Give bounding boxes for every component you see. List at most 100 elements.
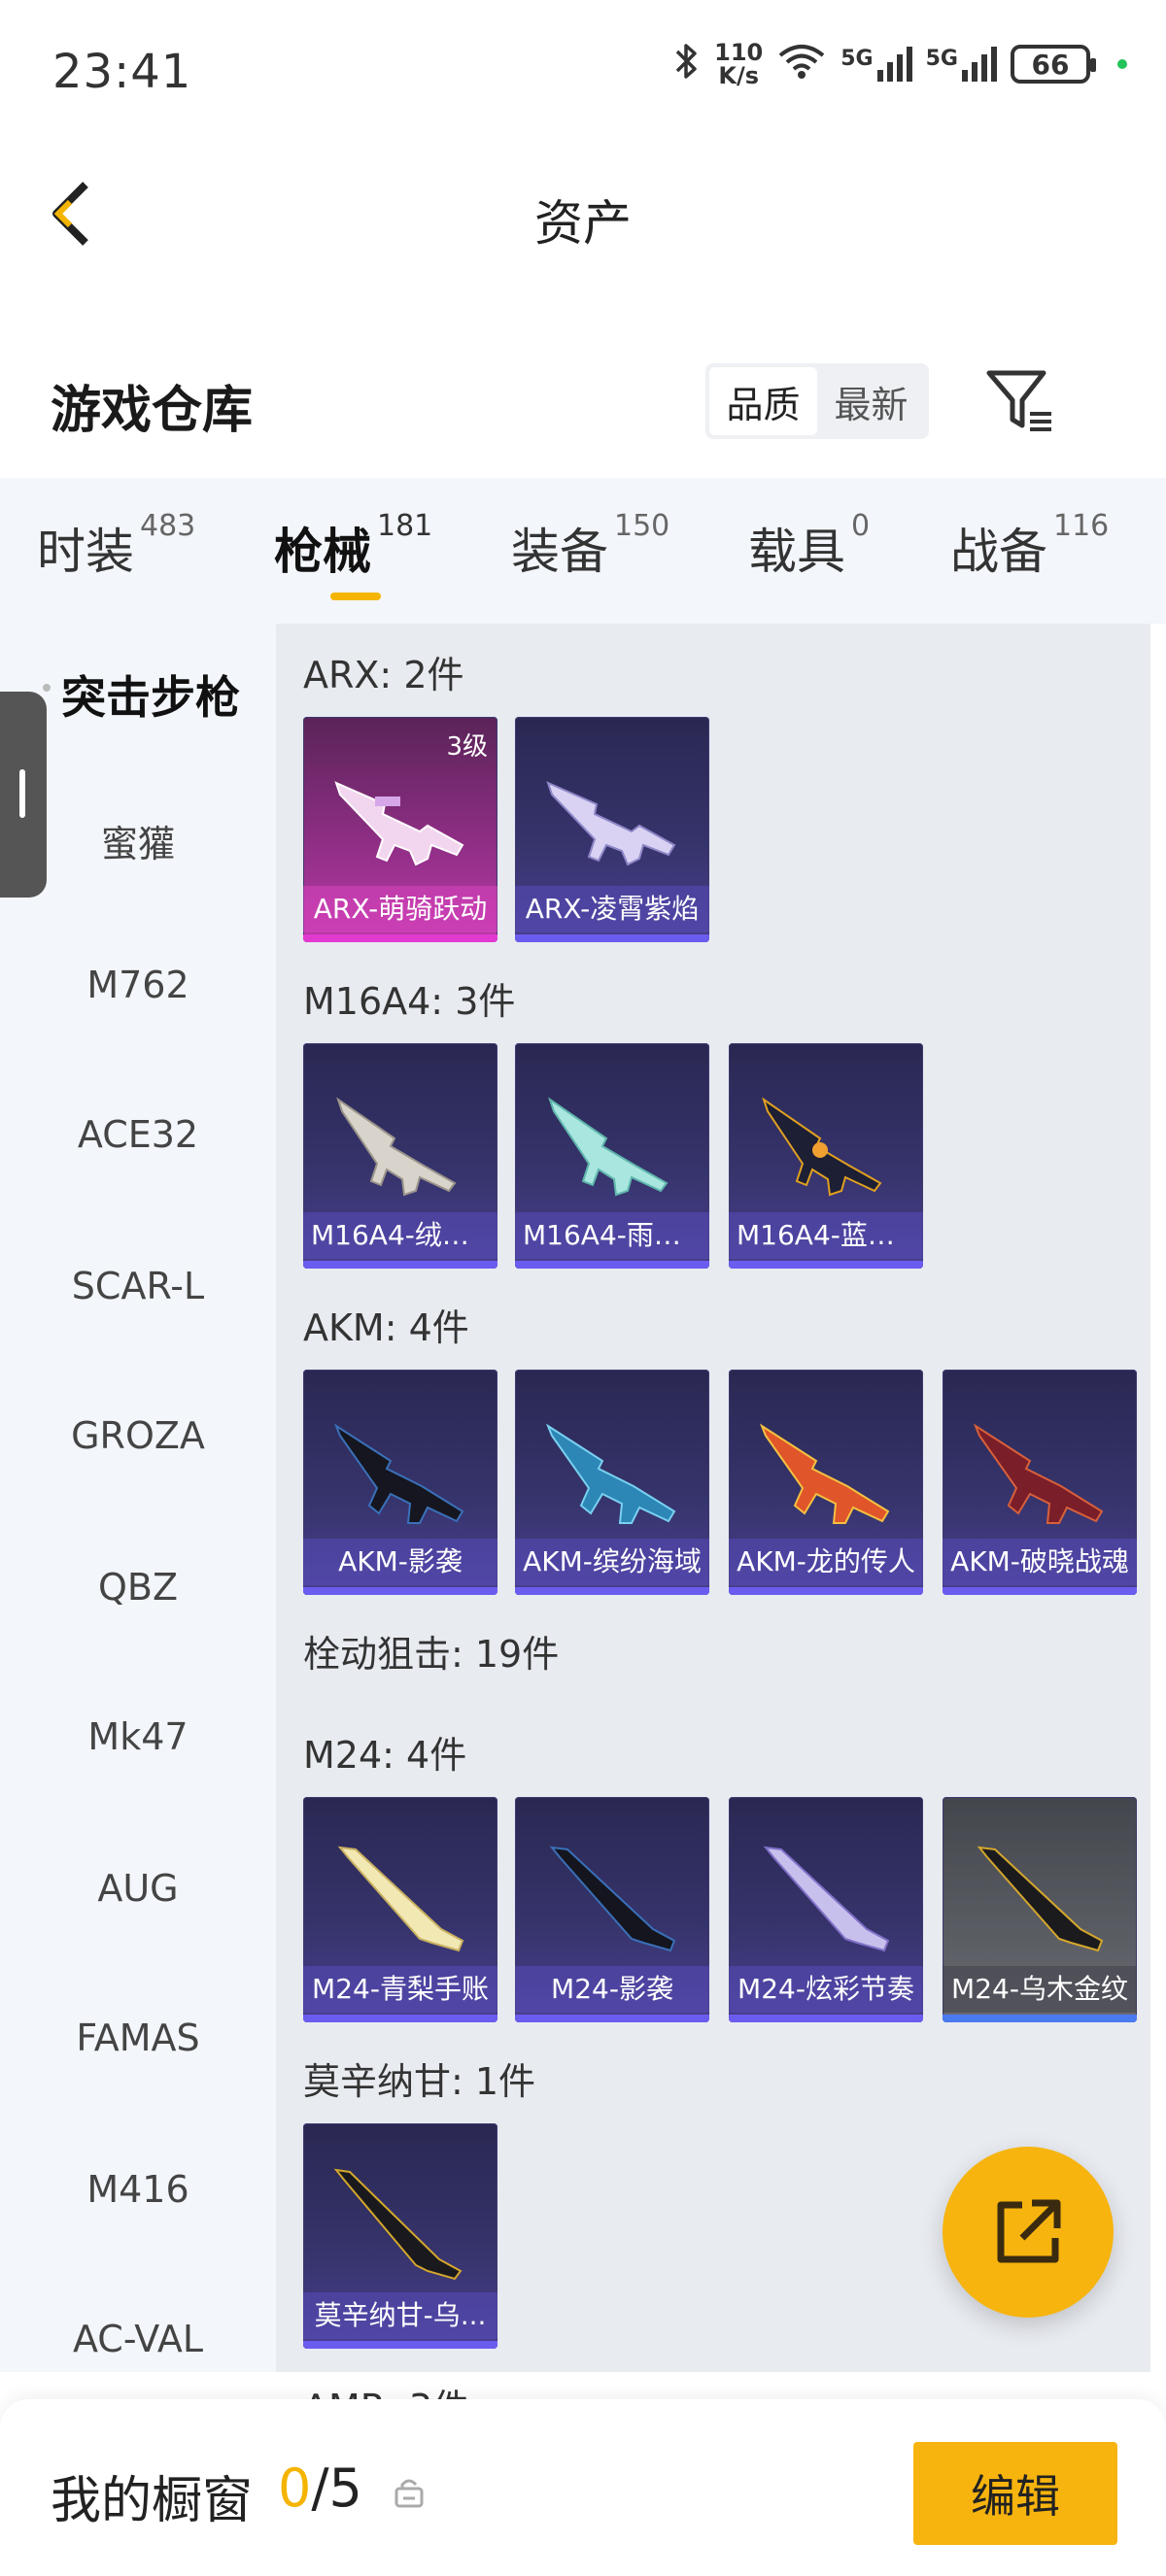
section-title: 游戏仓库 <box>51 382 254 440</box>
page-title: 资产 <box>534 195 632 252</box>
skin-card[interactable]: 3级 ARX-萌骑跃动 <box>303 717 497 942</box>
tab-count: 483 <box>140 509 196 543</box>
skin-card[interactable]: AKM-破晓战魂 <box>943 1370 1137 1595</box>
skin-card[interactable]: AKM-龙的传人 <box>729 1370 923 1595</box>
rarity-stripe <box>943 1587 1137 1595</box>
showcase-bar: 我的橱窗 0/5 编辑 <box>0 2399 1166 2576</box>
group-title: 莫辛纳甘: 1件 <box>303 2060 536 2103</box>
group-title: 栓动狙击: 19件 <box>303 1633 560 1676</box>
net-speed: 110 K/s <box>714 41 763 87</box>
sidebar-item[interactable]: SCAR-L <box>0 1265 276 1307</box>
sidebar-item[interactable]: ACE32 <box>0 1113 276 1156</box>
floating-drag-handle[interactable] <box>0 692 47 898</box>
sniper-skin-icon <box>977 1846 1104 1952</box>
skin-card[interactable]: AKM-影袭 <box>303 1370 497 1595</box>
group-title: M24: 4件 <box>303 1734 467 1777</box>
skin-name: AKM-影袭 <box>303 1539 497 1585</box>
skin-card[interactable]: M16A4-绒绒... <box>303 1043 497 1269</box>
rifle-skin-icon <box>334 781 464 866</box>
skin-card[interactable]: M24-影袭 <box>515 1797 709 2022</box>
signal-bars-icon <box>876 47 912 82</box>
filter-button[interactable] <box>983 365 1057 439</box>
tab-label: 枪械 <box>274 524 371 580</box>
edit-button[interactable]: 编辑 <box>913 2442 1117 2545</box>
skin-card[interactable]: M24-炫彩节奏 <box>729 1797 923 2022</box>
rifle-skin-icon <box>333 1423 464 1524</box>
sort-toggle: 品质 最新 <box>705 363 929 439</box>
sidebar-item[interactable]: Mk47 <box>0 1715 276 1758</box>
signal-2: 5G <box>926 47 997 82</box>
rarity-stripe <box>303 2015 497 2022</box>
sidebar-item[interactable]: AC-VAL <box>0 2318 276 2360</box>
tab-active-indicator <box>330 593 381 600</box>
rarity-stripe <box>303 2341 497 2349</box>
sniper-skin-icon <box>763 1846 890 1952</box>
rarity-stripe <box>943 2015 1137 2022</box>
battery-icon: 66 <box>1011 45 1096 84</box>
rarity-stripe <box>303 1587 497 1595</box>
tab-vehicles[interactable]: 载具 0 <box>748 509 870 583</box>
rarity-stripe <box>729 2015 923 2022</box>
sort-option-quality[interactable]: 品质 <box>709 367 817 435</box>
skin-card[interactable]: M16A4-蓝色... <box>729 1043 923 1269</box>
skin-card[interactable]: M24-乌木金纹 <box>943 1797 1137 2022</box>
tab-label: 时装 <box>37 524 134 580</box>
rarity-stripe <box>515 1261 709 1269</box>
share-icon <box>997 2199 1061 2263</box>
bluetooth-icon <box>673 42 701 87</box>
skin-name: AKM-龙的传人 <box>729 1539 923 1585</box>
skin-name: AKM-破晓战魂 <box>943 1539 1137 1585</box>
skin-name: M16A4-蓝色... <box>729 1212 923 1259</box>
tab-combat-gear[interactable]: 战备 116 <box>950 509 1109 583</box>
rarity-stripe <box>303 934 497 942</box>
tab-count: 116 <box>1053 509 1110 543</box>
sidebar-item[interactable]: AUG <box>0 1867 276 1910</box>
skin-card[interactable]: 莫辛纳甘-乌... <box>303 2123 497 2349</box>
skin-card[interactable]: ARX-凌霄紫焰 <box>515 717 709 942</box>
tab-equipment[interactable]: 装备 150 <box>511 509 669 583</box>
skin-name: ARX-凌霄紫焰 <box>515 886 709 932</box>
rifle-skin-icon <box>762 1097 882 1197</box>
sidebar-item[interactable]: M762 <box>0 964 276 1006</box>
status-time: 23:41 <box>52 45 192 99</box>
rifle-skin-icon <box>336 1097 457 1197</box>
sidebar-item[interactable]: FAMAS <box>0 2017 276 2059</box>
header: 资产 <box>0 146 1166 282</box>
section-header: 游戏仓库 品质 最新 <box>0 350 1166 457</box>
group-title: ARX: 2件 <box>303 654 464 696</box>
skin-card[interactable]: M16A4-雨过... <box>515 1043 709 1269</box>
tab-count: 0 <box>851 509 871 543</box>
rifle-skin-icon <box>973 1423 1104 1524</box>
share-button[interactable] <box>943 2147 1114 2318</box>
sidebar-item[interactable]: GROZA <box>0 1414 276 1457</box>
sidebar-item[interactable]: M416 <box>0 2168 276 2211</box>
skin-card[interactable]: AKM-缤纷海域 <box>515 1370 709 1595</box>
rarity-stripe <box>303 1261 497 1269</box>
signal-1: 5G <box>840 47 912 82</box>
tab-guns[interactable]: 枪械 181 <box>274 509 432 583</box>
sort-option-latest[interactable]: 最新 <box>817 367 925 435</box>
rifle-skin-icon <box>545 1423 676 1524</box>
group-title: AKM: 4件 <box>303 1306 469 1349</box>
rarity-stripe <box>729 1587 923 1595</box>
lock-icon <box>394 2479 424 2508</box>
filter-icon <box>986 370 1051 431</box>
signal-1-label: 5G <box>840 47 874 71</box>
tab-count: 150 <box>614 509 670 543</box>
rifle-skin-icon <box>546 781 676 866</box>
rarity-stripe <box>729 1261 923 1269</box>
signal-2-label: 5G <box>925 47 958 71</box>
level-badge: 3级 <box>446 732 488 762</box>
category-tabs: 时装 483 枪械 181 装备 150 载具 0 战备 116 <box>0 478 1166 624</box>
skin-card[interactable]: M24-青梨手账 <box>303 1797 497 2022</box>
showcase-total: /5 <box>311 2457 362 2519</box>
tab-label: 战备 <box>950 524 1047 580</box>
showcase-count: 0/5 <box>278 2457 362 2519</box>
status-icons: 110 K/s 5G 5G 66 <box>673 41 1127 87</box>
rarity-stripe <box>515 934 709 942</box>
sidebar-item[interactable]: QBZ <box>0 1566 276 1609</box>
skin-name: M16A4-绒绒... <box>303 1212 497 1259</box>
skin-name: M24-影袭 <box>515 1966 709 2013</box>
tab-outfits[interactable]: 时装 483 <box>37 509 195 583</box>
skin-name: 莫辛纳甘-乌... <box>303 2292 497 2339</box>
